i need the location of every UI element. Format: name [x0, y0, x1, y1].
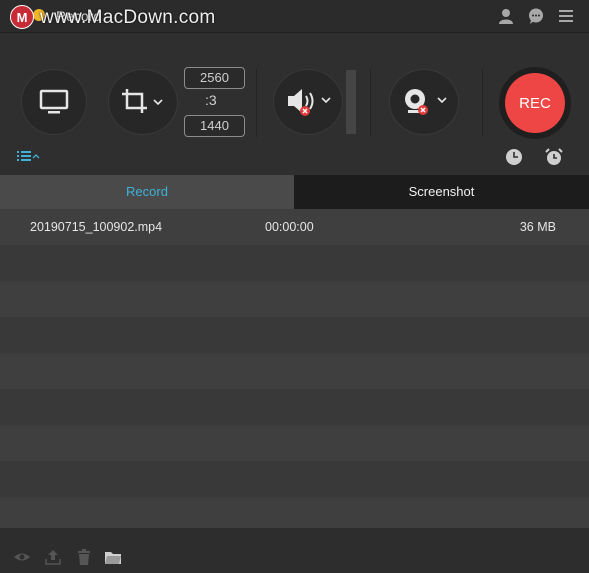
tab-bar: Record Screenshot	[0, 175, 589, 209]
capture-toolbar: 2560 :3 1440 REC	[0, 33, 589, 175]
screen-area-button[interactable]	[21, 69, 87, 135]
speaker-icon	[288, 89, 331, 116]
watermark: www.MacDown.com	[40, 7, 216, 28]
upload-icon[interactable]	[44, 548, 62, 566]
recording-list: 20190715_100902.mp4 00:00:00 36 MB	[0, 209, 589, 528]
user-icon[interactable]	[497, 7, 515, 25]
folder-icon[interactable]	[104, 548, 122, 566]
rec-button[interactable]: REC	[505, 73, 565, 133]
rec-button-ring: REC	[499, 67, 571, 139]
display-icon	[39, 89, 69, 114]
tab-record[interactable]: Record	[0, 175, 294, 209]
aspect-link-icon[interactable]: :3	[205, 92, 217, 108]
divider	[482, 69, 483, 137]
bottom-toolbar	[0, 528, 589, 573]
menu-icon[interactable]	[557, 7, 575, 25]
system-audio-button[interactable]	[273, 69, 343, 135]
empty-row	[0, 497, 589, 528]
webcam-icon	[405, 89, 447, 115]
height-input[interactable]: 1440	[184, 115, 245, 137]
list-icon[interactable]	[17, 150, 41, 162]
divider	[256, 69, 257, 137]
recording-duration: 00:00:00	[265, 220, 314, 234]
width-input[interactable]: 2560	[184, 67, 245, 89]
empty-row	[0, 317, 589, 353]
empty-row	[0, 353, 589, 389]
empty-row	[0, 425, 589, 461]
tab-screenshot[interactable]: Screenshot	[294, 175, 589, 209]
empty-row	[0, 281, 589, 317]
empty-row	[0, 389, 589, 425]
alarm-icon[interactable]	[545, 148, 563, 166]
trash-icon[interactable]	[75, 548, 93, 566]
webcam-button[interactable]	[389, 69, 459, 135]
empty-row	[0, 245, 589, 281]
eye-icon[interactable]	[13, 548, 31, 566]
recording-size: 36 MB	[519, 220, 556, 234]
chat-icon[interactable]	[527, 7, 545, 25]
empty-row	[0, 461, 589, 497]
volume-meter[interactable]	[346, 70, 356, 134]
region-select-button[interactable]	[108, 69, 178, 135]
divider	[370, 69, 371, 137]
clock-icon[interactable]	[505, 148, 523, 166]
recording-name: 20190715_100902.mp4	[30, 220, 163, 234]
table-row[interactable]: 20190715_100902.mp4 00:00:00 36 MB	[0, 209, 589, 245]
crop-icon	[122, 89, 163, 113]
title-bar: M Record www.MacDown.com	[0, 0, 589, 33]
app-logo-icon: M	[10, 5, 34, 29]
